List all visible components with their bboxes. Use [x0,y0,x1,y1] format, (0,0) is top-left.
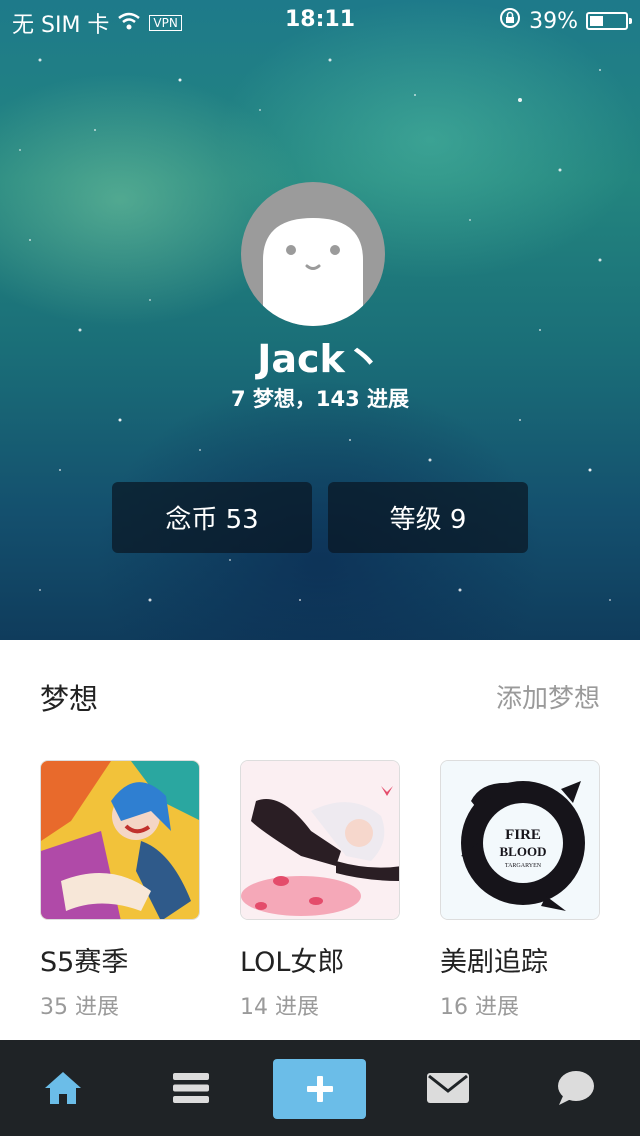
status-bar: 无 SIM 卡 VPN 18:11 39% [0,0,640,40]
level-button[interactable]: 等级 9 [328,482,528,553]
mail-icon [427,1073,469,1103]
profile-header-background: 无 SIM 卡 VPN 18:11 39% Jack丶 7 梦想，143 进展 … [0,0,640,640]
coins-button[interactable]: 念币 53 [112,482,312,553]
dream-thumbnail [40,760,200,920]
targaryen-sigil: FIRE BLOOD TARGARYEN [441,761,599,919]
tab-list[interactable] [141,1040,241,1136]
dream-card-lol[interactable]: LOL女郎 14 进展 [240,760,400,1021]
tab-messages[interactable] [398,1040,498,1136]
chat-icon [558,1071,594,1105]
dream-thumbnail: FIRE BLOOD TARGARYEN [440,760,600,920]
avatar-face-icon [263,218,363,326]
sigil-text-fire: FIRE [505,827,541,843]
bottom-tab-bar [0,1040,640,1136]
anime-character-art [41,761,199,919]
dream-progress: 16 进展 [440,995,519,1020]
dream-thumbnail [240,760,400,920]
battery-percent: 39% [529,8,578,34]
home-icon [45,1072,81,1104]
plus-icon [306,1076,333,1102]
section-title: 梦想 [40,682,99,716]
add-dream-link[interactable]: 添加梦想 [496,678,600,715]
avatar[interactable] [241,182,385,326]
dream-title: LOL女郎 [240,947,345,978]
profile-username: Jack丶 [257,337,383,381]
add-progress-button[interactable] [273,1059,366,1119]
anime-girl-art [241,761,399,919]
sigil-text-blood: BLOOD [500,844,547,859]
dream-title: S5赛季 [40,947,129,978]
dreams-section: 梦想 添加梦想 S5赛季 35 进展 LOL女郎 14 进展 FIRE BLOO… [0,640,640,1040]
dream-progress: 35 进展 [40,995,119,1020]
tab-chat[interactable] [526,1040,626,1136]
dream-progress: 14 进展 [240,995,319,1020]
dream-title: 美剧追踪 [440,947,548,978]
menu-icon [173,1073,209,1103]
dream-card-s5[interactable]: S5赛季 35 进展 [40,760,200,1021]
battery-icon [586,12,632,30]
tab-home[interactable] [13,1040,113,1136]
profile-stats: 7 梦想，143 进展 [230,387,410,411]
rotation-lock-icon [499,7,521,35]
dream-card-tv[interactable]: FIRE BLOOD TARGARYEN 美剧追踪 16 进展 [440,760,600,1021]
sigil-text-house: TARGARYEN [505,863,542,869]
